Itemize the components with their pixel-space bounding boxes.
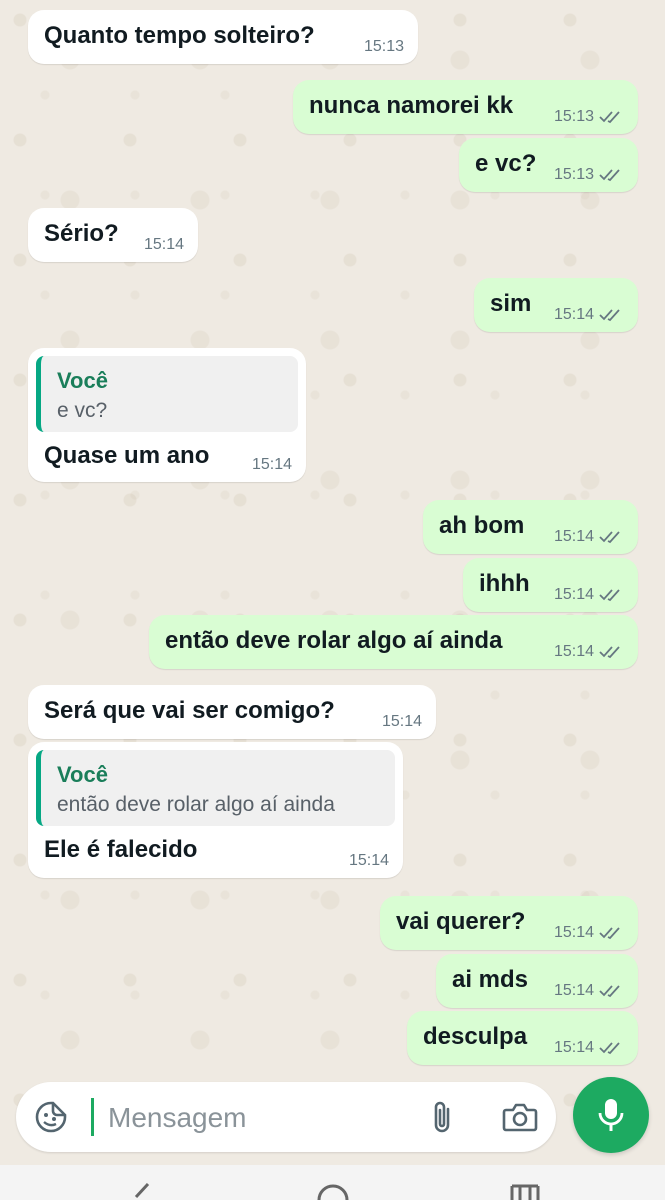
message-outgoing[interactable]: e vc? 15:13 <box>459 138 638 192</box>
home-icon[interactable] <box>316 1183 350 1200</box>
message-outgoing[interactable]: sim 15:14 <box>474 278 638 332</box>
message-meta: 15:14 <box>349 852 389 870</box>
quote-text: então deve rolar algo aí ainda <box>57 793 335 816</box>
message-incoming-reply[interactable]: Você então deve rolar algo aí ainda Ele … <box>28 742 403 878</box>
message-time: 15:14 <box>553 643 594 660</box>
microphone-button[interactable] <box>573 1077 649 1153</box>
message-meta: 15:14 <box>554 586 624 604</box>
message-composer[interactable]: Mensagem <box>16 1082 556 1152</box>
message-text: vai querer? <box>396 908 526 935</box>
double-check-icon <box>599 169 620 182</box>
message-meta: 15:14 <box>554 982 624 1000</box>
sticker-icon[interactable] <box>34 1100 68 1134</box>
message-text: sim <box>490 290 532 317</box>
message-outgoing[interactable]: ihhh 15:14 <box>463 558 638 612</box>
message-meta: 15:14 <box>554 643 624 661</box>
message-time: 15:13 <box>553 166 594 183</box>
message-time: 15:14 <box>553 528 594 545</box>
double-check-icon <box>599 1042 620 1055</box>
message-outgoing[interactable]: ai mds 15:14 <box>436 954 638 1008</box>
message-incoming[interactable]: Será que vai ser comigo? 15:14 <box>28 685 436 739</box>
back-icon[interactable] <box>124 1183 152 1200</box>
paperclip-icon[interactable] <box>428 1100 456 1134</box>
quoted-message[interactable]: Você então deve rolar algo aí ainda <box>36 750 395 826</box>
double-check-icon <box>599 111 620 124</box>
quoted-message[interactable]: Você e vc? <box>36 356 298 432</box>
recent-apps-icon[interactable] <box>508 1183 542 1200</box>
message-time: 15:14 <box>381 713 422 730</box>
message-time: 15:14 <box>348 852 389 869</box>
double-check-icon <box>599 589 620 602</box>
message-meta: 15:14 <box>554 306 624 324</box>
message-text: nunca namorei kk <box>309 92 514 119</box>
message-text: ai mds <box>452 966 529 993</box>
message-meta: 15:14 <box>144 236 184 254</box>
message-time: 15:14 <box>251 456 292 473</box>
message-incoming[interactable]: Sério? 15:14 <box>28 208 198 262</box>
message-meta: 15:14 <box>554 924 624 942</box>
message-text: Quanto tempo solteiro? <box>44 22 315 49</box>
message-text: e vc? <box>475 150 537 177</box>
message-outgoing[interactable]: nunca namorei kk 15:13 <box>293 80 638 134</box>
quote-author: Você <box>57 368 108 393</box>
microphone-icon <box>598 1099 624 1131</box>
message-time: 15:14 <box>553 982 594 999</box>
message-text: Ele é falecido <box>44 836 198 863</box>
message-meta: 15:14 <box>382 713 422 731</box>
message-text: Será que vai ser comigo? <box>44 697 335 724</box>
message-text: ihhh <box>479 570 530 597</box>
message-time: 15:14 <box>553 1039 594 1056</box>
message-list[interactable]: Quanto tempo solteiro? 15:13 nunca namor… <box>0 0 665 1075</box>
double-check-icon <box>599 309 620 322</box>
message-outgoing[interactable]: vai querer? 15:14 <box>380 896 638 950</box>
message-meta: 15:13 <box>364 38 404 56</box>
message-text: Sério? <box>44 220 119 247</box>
camera-icon[interactable] <box>502 1102 538 1132</box>
message-outgoing[interactable]: desculpa 15:14 <box>407 1011 638 1065</box>
text-cursor <box>91 1098 94 1136</box>
message-outgoing[interactable]: então deve rolar algo aí ainda 15:14 <box>149 615 638 669</box>
quote-text: e vc? <box>57 399 108 422</box>
message-input[interactable]: Mensagem <box>108 1102 247 1134</box>
message-time: 15:14 <box>553 586 594 603</box>
double-check-icon <box>599 646 620 659</box>
message-time: 15:14 <box>143 236 184 253</box>
message-meta: 15:13 <box>554 166 624 184</box>
message-time: 15:14 <box>553 306 594 323</box>
message-text: então deve rolar algo aí ainda <box>165 627 503 654</box>
message-incoming[interactable]: Quanto tempo solteiro? 15:13 <box>28 10 418 64</box>
double-check-icon <box>599 927 620 940</box>
message-incoming-reply[interactable]: Você e vc? Quase um ano 15:14 <box>28 348 306 482</box>
message-time: 15:13 <box>363 38 404 55</box>
double-check-icon <box>599 985 620 998</box>
message-text: Quase um ano <box>44 442 210 469</box>
message-text: ah bom <box>439 512 525 539</box>
message-meta: 15:14 <box>252 456 292 474</box>
message-time: 15:13 <box>553 108 594 125</box>
message-outgoing[interactable]: ah bom 15:14 <box>423 500 638 554</box>
message-text: desculpa <box>423 1023 528 1050</box>
system-navigation-bar <box>0 1165 665 1200</box>
message-meta: 15:14 <box>554 528 624 546</box>
message-meta: 15:13 <box>554 108 624 126</box>
message-time: 15:14 <box>553 924 594 941</box>
quote-author: Você <box>57 762 108 787</box>
double-check-icon <box>599 531 620 544</box>
message-meta: 15:14 <box>554 1039 624 1057</box>
